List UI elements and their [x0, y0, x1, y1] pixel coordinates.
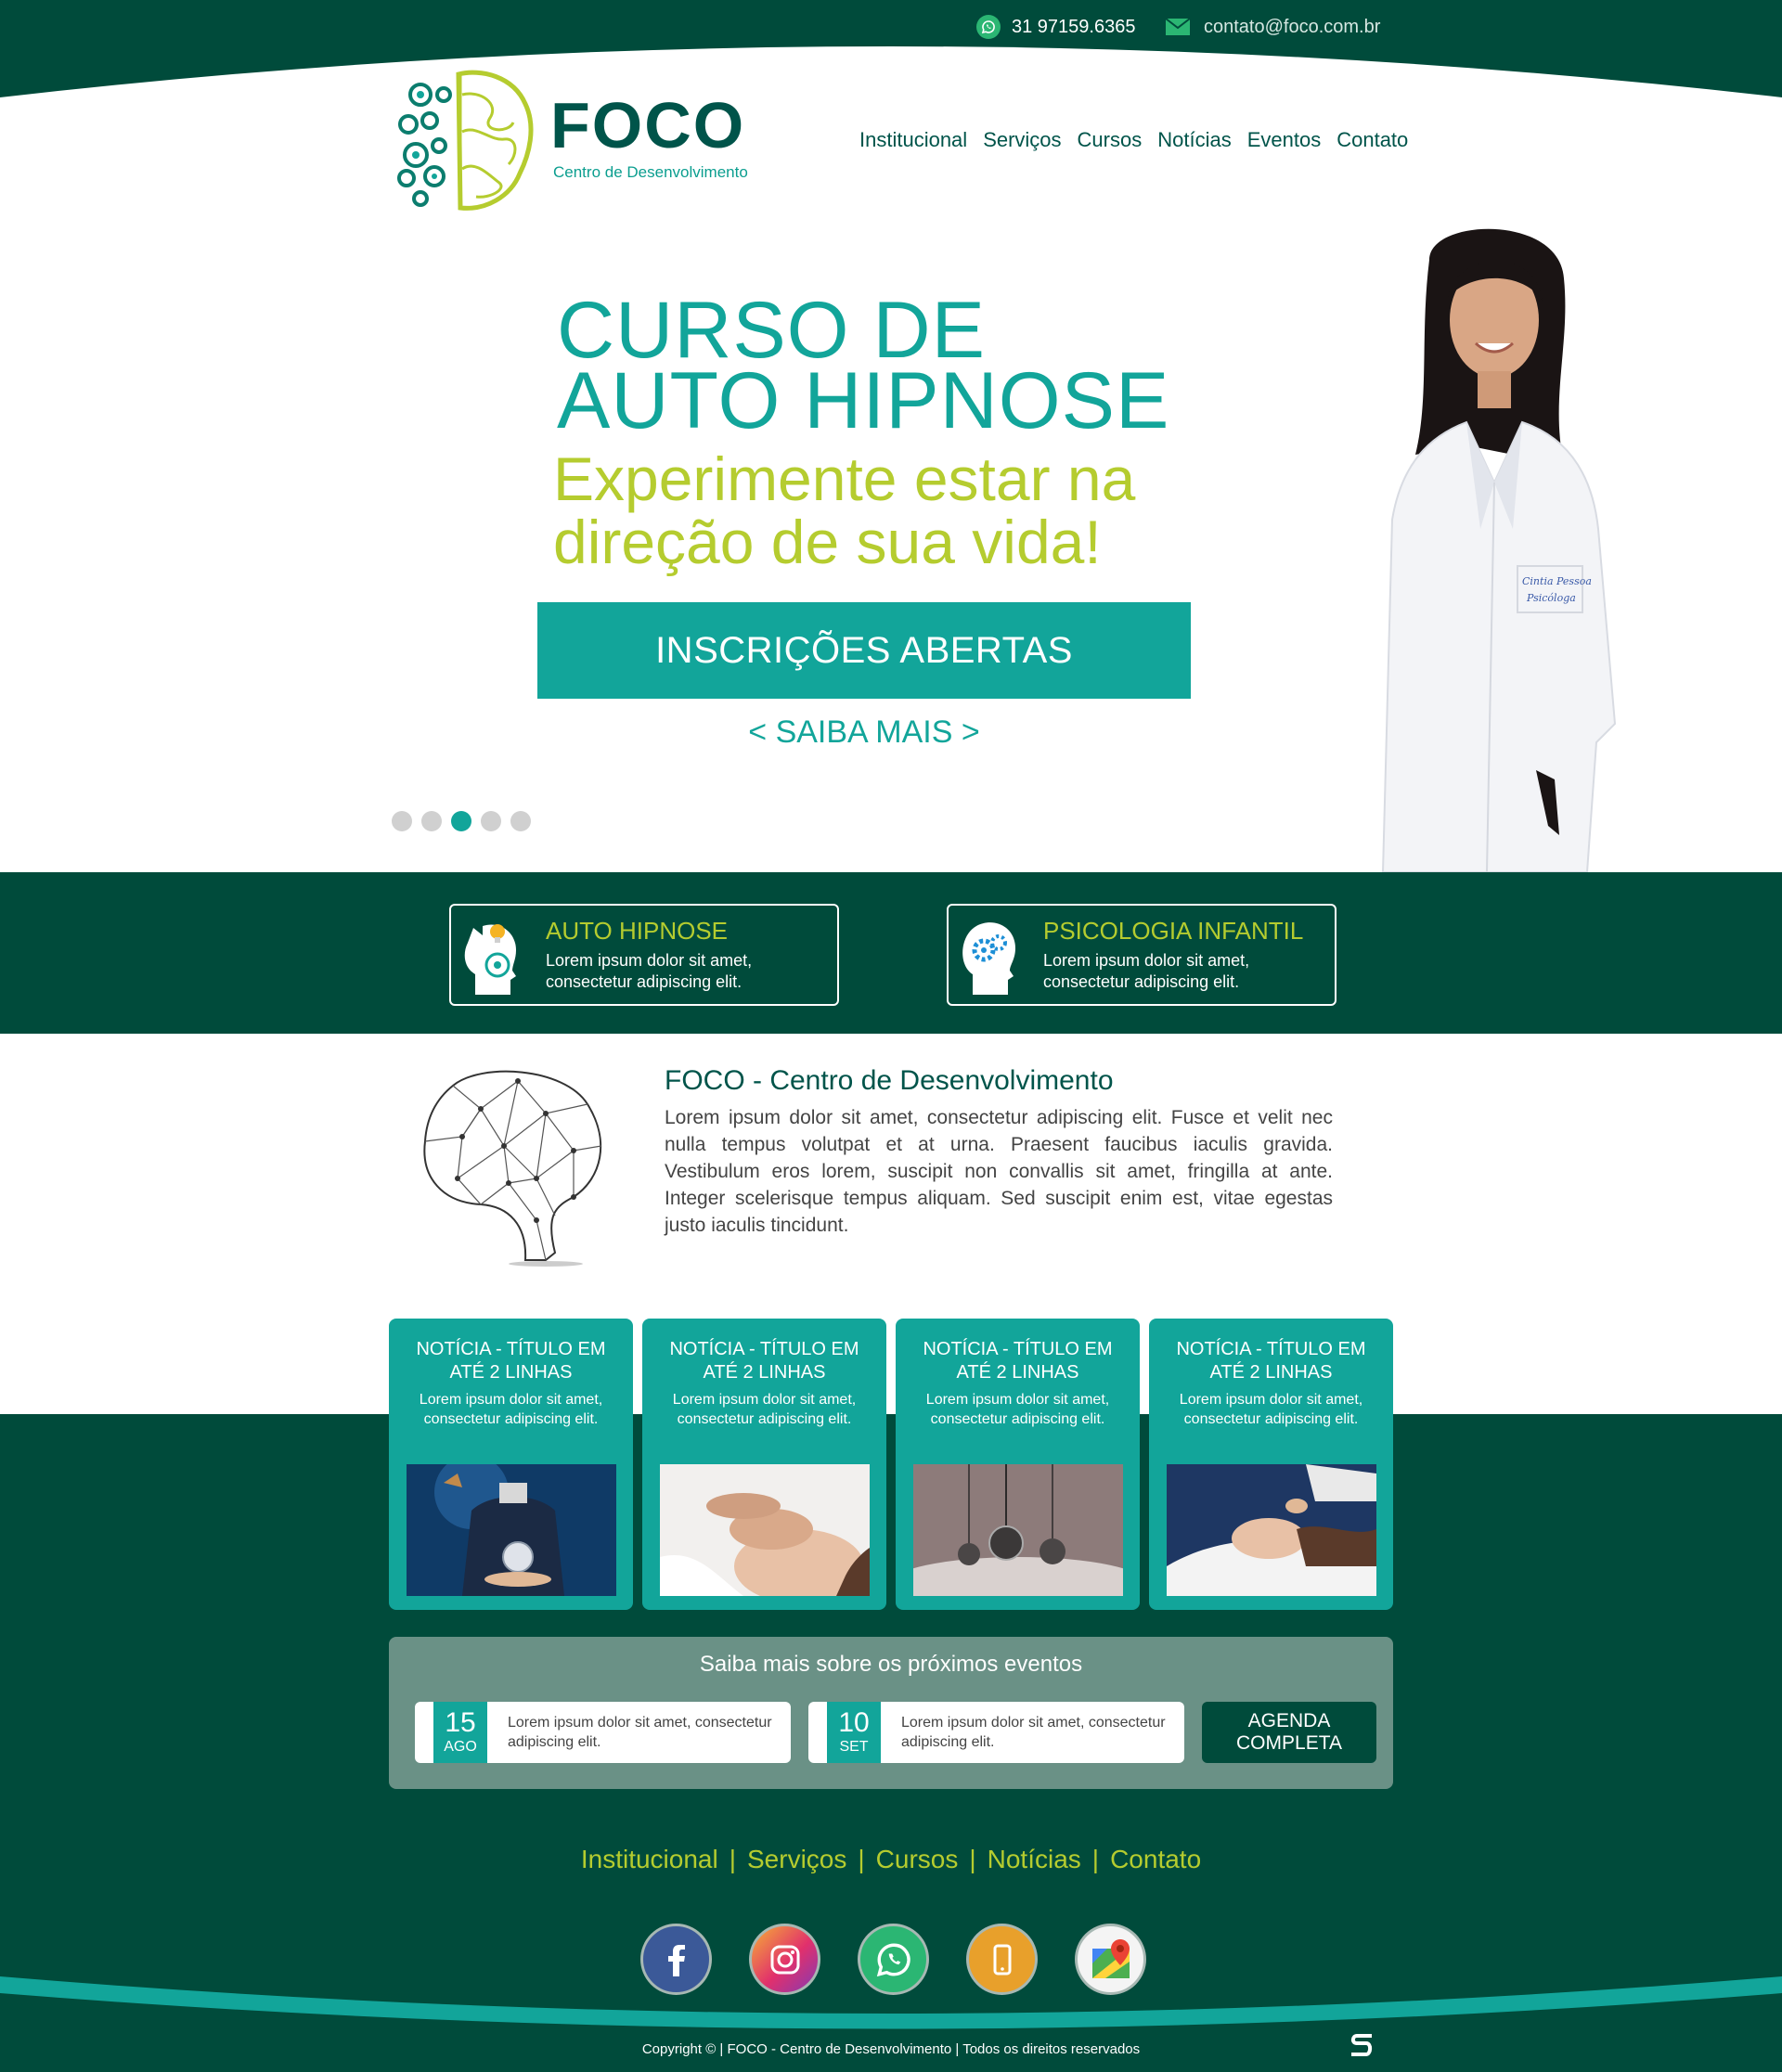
news-text: Lorem ipsum dolor sit amet, consectetur … — [925, 1392, 1110, 1427]
event-date-badge: 15 AGO — [433, 1702, 487, 1763]
service-text: Lorem ipsum dolor sit amet, consectetur … — [1043, 951, 1250, 991]
about-text: Lorem ipsum dolor sit amet, consectetur … — [665, 1107, 1333, 1236]
event-item[interactable]: 10 SET Lorem ipsum dolor sit amet, conse… — [808, 1702, 1184, 1763]
slider-dot-4[interactable] — [481, 811, 501, 831]
event-month: AGO — [444, 1739, 477, 1755]
news-title: NOTÍCIA - TÍTULO EM ATÉ 2 LINHAS — [669, 1339, 859, 1383]
services-band: AUTO HIPNOSE Lorem ipsum dolor sit amet,… — [0, 872, 1782, 1034]
footer-link-institucional[interactable]: Institucional — [581, 1845, 718, 1874]
hero-title: CURSO DE AUTO HIPNOSE — [557, 286, 1299, 445]
coat-role-embroidery: Psicóloga — [1526, 592, 1576, 604]
news-title: NOTÍCIA - TÍTULO EM ATÉ 2 LINHAS — [416, 1339, 606, 1383]
news-image-face-massage — [660, 1464, 870, 1596]
enroll-button[interactable]: INSCRIÇÕES ABERTAS — [537, 602, 1191, 699]
event-text: Lorem ipsum dolor sit amet, consectetur … — [508, 1715, 772, 1750]
nav-item-eventos[interactable]: Eventos — [1247, 128, 1322, 152]
news-title: NOTÍCIA - TÍTULO EM ATÉ 2 LINHAS — [1176, 1339, 1366, 1383]
brand-tagline: Centro de Desenvolvimento — [553, 163, 748, 181]
news-text: Lorem ipsum dolor sit amet, consectetur … — [1179, 1392, 1363, 1427]
event-month: SET — [839, 1739, 869, 1755]
news-grid: NOTÍCIA - TÍTULO EM ATÉ 2 LINHAS Lorem i… — [389, 1319, 1393, 1610]
news-image-businessman — [407, 1464, 616, 1596]
full-agenda-button[interactable]: AGENDA COMPLETA — [1202, 1702, 1376, 1763]
news-card[interactable]: NOTÍCIA - TÍTULO EM ATÉ 2 LINHAS Lorem i… — [642, 1319, 886, 1610]
psychologist-photo: Cintia Pessoa Psicóloga — [1381, 228, 1617, 872]
footer-separator: | — [1091, 1845, 1100, 1873]
footer-separator: | — [969, 1845, 976, 1873]
news-image-therapy-session — [1167, 1464, 1376, 1596]
news-text: Lorem ipsum dolor sit amet, consectetur … — [419, 1392, 603, 1427]
copyright-text: Copyright © | FOCO - Centro de Desenvolv… — [641, 2041, 1141, 2057]
footer-separator: | — [858, 1845, 865, 1873]
event-item[interactable]: 15 AGO Lorem ipsum dolor sit amet, conse… — [415, 1702, 791, 1763]
hero-title-line-1: CURSO DE — [557, 286, 986, 375]
nav-item-servicos[interactable]: Serviços — [983, 128, 1061, 152]
hero-subtitle-line-1: Experimente estar na — [553, 444, 1136, 513]
slider-dot-5[interactable] — [510, 811, 531, 831]
event-day: 10 — [838, 1707, 870, 1738]
mail-icon — [1165, 18, 1191, 35]
event-day: 15 — [445, 1707, 476, 1738]
brand-logo[interactable]: FOCO Centro de Desenvolvimento — [388, 67, 759, 215]
developer-logo-icon[interactable] — [1348, 2032, 1375, 2058]
head-gears-icon — [962, 922, 1015, 995]
nav-item-institucional[interactable]: Institucional — [859, 128, 967, 152]
brain-network-illustration — [423, 1070, 602, 1267]
news-image-pocket-watches — [913, 1464, 1123, 1596]
nav-item-cursos[interactable]: Cursos — [1078, 128, 1143, 152]
footer-link-contato[interactable]: Contato — [1110, 1845, 1201, 1874]
service-title: AUTO HIPNOSE — [546, 917, 729, 945]
slider-dot-3[interactable] — [451, 811, 471, 831]
coat-name-embroidery: Cintia Pessoa — [1522, 575, 1592, 587]
footer-separator: | — [729, 1845, 736, 1873]
events-title: Saiba mais sobre os próximos eventos — [699, 1652, 1083, 1677]
news-card[interactable]: NOTÍCIA - TÍTULO EM ATÉ 2 LINHAS Lorem i… — [896, 1319, 1140, 1610]
footer-link-noticias[interactable]: Notícias — [988, 1845, 1081, 1874]
slider-dots — [392, 811, 531, 831]
contact-phone[interactable]: 31 97159.6365 — [976, 13, 1135, 41]
head-lightbulb-icon — [464, 924, 516, 995]
footer-wave — [0, 1976, 1782, 2072]
hero-title-line-2: AUTO HIPNOSE — [557, 356, 1170, 445]
hero-subtitle: Experimente estar na direção de sua vida… — [553, 447, 1296, 573]
service-card-psicologia-infantil[interactable]: PSICOLOGIA INFANTIL Lorem ipsum dolor si… — [947, 904, 1336, 1006]
nav-item-contato[interactable]: Contato — [1336, 128, 1408, 152]
news-card[interactable]: NOTÍCIA - TÍTULO EM ATÉ 2 LINHAS Lorem i… — [389, 1319, 633, 1610]
news-text: Lorem ipsum dolor sit amet, consectetur … — [672, 1392, 857, 1427]
footer-link-cursos[interactable]: Cursos — [876, 1845, 959, 1874]
events-panel: Saiba mais sobre os próximos eventos 15 … — [389, 1637, 1393, 1789]
brand-name: FOCO — [550, 89, 746, 161]
header-curve — [0, 46, 1782, 121]
brain-gears-logo-icon — [397, 70, 534, 211]
slider-dot-1[interactable] — [392, 811, 412, 831]
main-nav: Institucional Serviços Cursos Notícias E… — [859, 128, 1408, 152]
whatsapp-icon — [976, 15, 1001, 39]
news-card[interactable]: NOTÍCIA - TÍTULO EM ATÉ 2 LINHAS Lorem i… — [1149, 1319, 1393, 1610]
event-date-badge: 10 SET — [827, 1702, 881, 1763]
email-address: contato@foco.com.br — [1204, 16, 1381, 37]
learn-more-link[interactable]: < SAIBA MAIS > — [650, 714, 1078, 751]
footer-nav: Institucional | Serviços | Cursos | Notícias | C… — [0, 1845, 1782, 1874]
service-title: PSICOLOGIA INFANTIL — [1043, 917, 1304, 945]
event-text: Lorem ipsum dolor sit amet, consectetur … — [901, 1715, 1166, 1750]
about-title: FOCO - Centro de Desenvolvimento — [665, 1065, 1114, 1096]
news-title: NOTÍCIA - TÍTULO EM ATÉ 2 LINHAS — [923, 1339, 1113, 1383]
service-text: Lorem ipsum dolor sit amet, consectetur … — [546, 951, 753, 991]
footer-link-servicos[interactable]: Serviços — [747, 1845, 846, 1874]
hero-subtitle-line-2: direção de sua vida! — [553, 508, 1102, 576]
contact-email[interactable]: contato@foco.com.br — [1165, 13, 1380, 41]
service-card-auto-hipnose[interactable]: AUTO HIPNOSE Lorem ipsum dolor sit amet,… — [449, 904, 839, 1006]
phone-number: 31 97159.6365 — [1012, 16, 1136, 37]
slider-dot-2[interactable] — [421, 811, 442, 831]
nav-item-noticias[interactable]: Notícias — [1157, 128, 1231, 152]
